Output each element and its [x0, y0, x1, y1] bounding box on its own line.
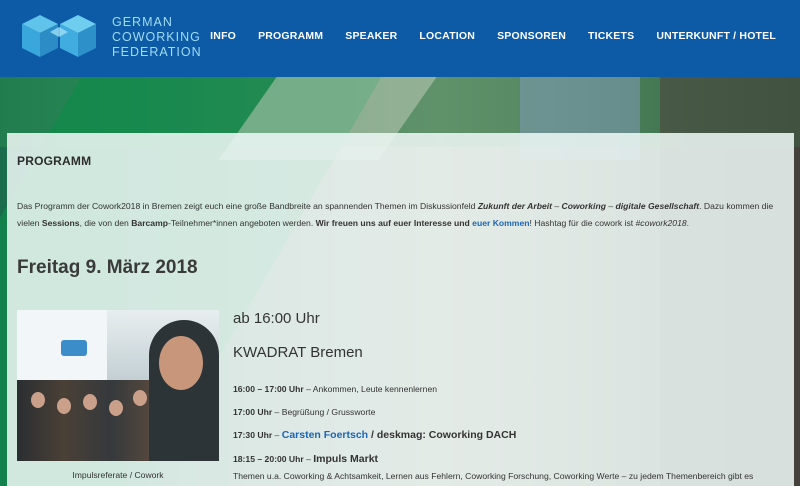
- nav-sponsoren[interactable]: SPONSOREN: [497, 30, 566, 42]
- nav-info[interactable]: INFO: [210, 30, 236, 42]
- start-time: ab 16:00 Uhr: [233, 310, 320, 327]
- intro-part: .: [686, 218, 690, 228]
- logo-cubes-icon: [22, 15, 96, 57]
- nav-programm[interactable]: PROGRAMM: [258, 30, 323, 42]
- intro-part: Das Programm der Cowork2018 in Bremen ze…: [17, 201, 478, 211]
- content-panel: PROGRAMM Das Programm der Cowork2018 in …: [7, 133, 794, 486]
- intro-bold: Wir freuen uns auf euer Interesse und: [315, 218, 470, 228]
- nav-tickets[interactable]: TICKETS: [588, 30, 634, 42]
- intro-em: Coworking: [561, 201, 606, 211]
- schedule-time: 16:00 – 17:00 Uhr: [233, 384, 304, 394]
- schedule-item: 18:15 – 20:00 Uhr – Impuls Markt: [233, 453, 378, 465]
- schedule-sep: –: [303, 454, 314, 464]
- schedule-text: Begrüßung / Grussworte: [281, 407, 376, 417]
- schedule-item: 17:30 Uhr – Carsten Foertsch / deskmag: …: [233, 429, 516, 441]
- schedule-text: Ankommen, Leute kennenlernen: [312, 384, 438, 394]
- schedule-sep: –: [272, 407, 282, 417]
- main-nav: INFO PROGRAMM SPEAKER LOCATION SPONSOREN…: [188, 30, 776, 42]
- intro-em: Zukunft der Arbeit: [477, 201, 552, 211]
- schedule-sep: –: [303, 384, 313, 394]
- intro-part: , die von den: [79, 218, 132, 228]
- intro-bold: Sessions: [41, 218, 80, 228]
- day-title: Freitag 9. März 2018: [17, 257, 198, 278]
- hashtag: #cowork2018: [635, 218, 687, 228]
- schedule-text: Impuls Markt: [313, 453, 379, 465]
- intro-text: Das Programm der Cowork2018 in Bremen ze…: [17, 198, 787, 232]
- logo[interactable]: GERMAN COWORKING FEDERATION: [20, 13, 202, 61]
- intro-bold: Barcamp: [131, 218, 168, 228]
- schedule-time: 18:15 – 20:00 Uhr: [233, 454, 304, 464]
- venue-title: KWADRAT Bremen: [233, 344, 363, 361]
- section-title: PROGRAMM: [17, 154, 92, 168]
- schedule-time: 17:00 Uhr: [233, 407, 273, 417]
- schedule-sep: –: [272, 430, 282, 440]
- site-header: GERMAN COWORKING FEDERATION INFO PROGRAM…: [0, 0, 800, 77]
- intro-sep: –: [551, 201, 562, 211]
- intro-part: ! Hashtag für die cowork ist: [529, 218, 636, 228]
- schedule-item: 17:00 Uhr – Begrüßung / Grussworte: [233, 407, 375, 417]
- nav-location[interactable]: LOCATION: [419, 30, 475, 42]
- nav-unterkunft-hotel[interactable]: UNTERKUNFT / HOTEL: [656, 30, 776, 42]
- speaker-link-carsten-foertsch[interactable]: Carsten Foertsch: [282, 429, 368, 441]
- intro-em: digitale Gesellschaft: [615, 201, 700, 211]
- event-photo[interactable]: [17, 310, 219, 461]
- nav-speaker[interactable]: SPEAKER: [345, 30, 397, 42]
- schedule-item: 16:00 – 17:00 Uhr – Ankommen, Leute kenn…: [233, 384, 437, 394]
- photo-caption: Impulsreferate / Cowork: [72, 470, 164, 480]
- topics-line: Themen u.a. Coworking & Achtsamkeit, Ler…: [233, 471, 754, 481]
- intro-sep: –: [605, 201, 616, 211]
- euer-kommen-link[interactable]: euer Kommen: [472, 218, 529, 228]
- schedule-time: 17:30 Uhr: [233, 430, 273, 440]
- intro-part: -Teilnehmer*innen angeboten werden.: [167, 218, 316, 228]
- schedule-text: / deskmag: Coworking DACH: [368, 429, 517, 441]
